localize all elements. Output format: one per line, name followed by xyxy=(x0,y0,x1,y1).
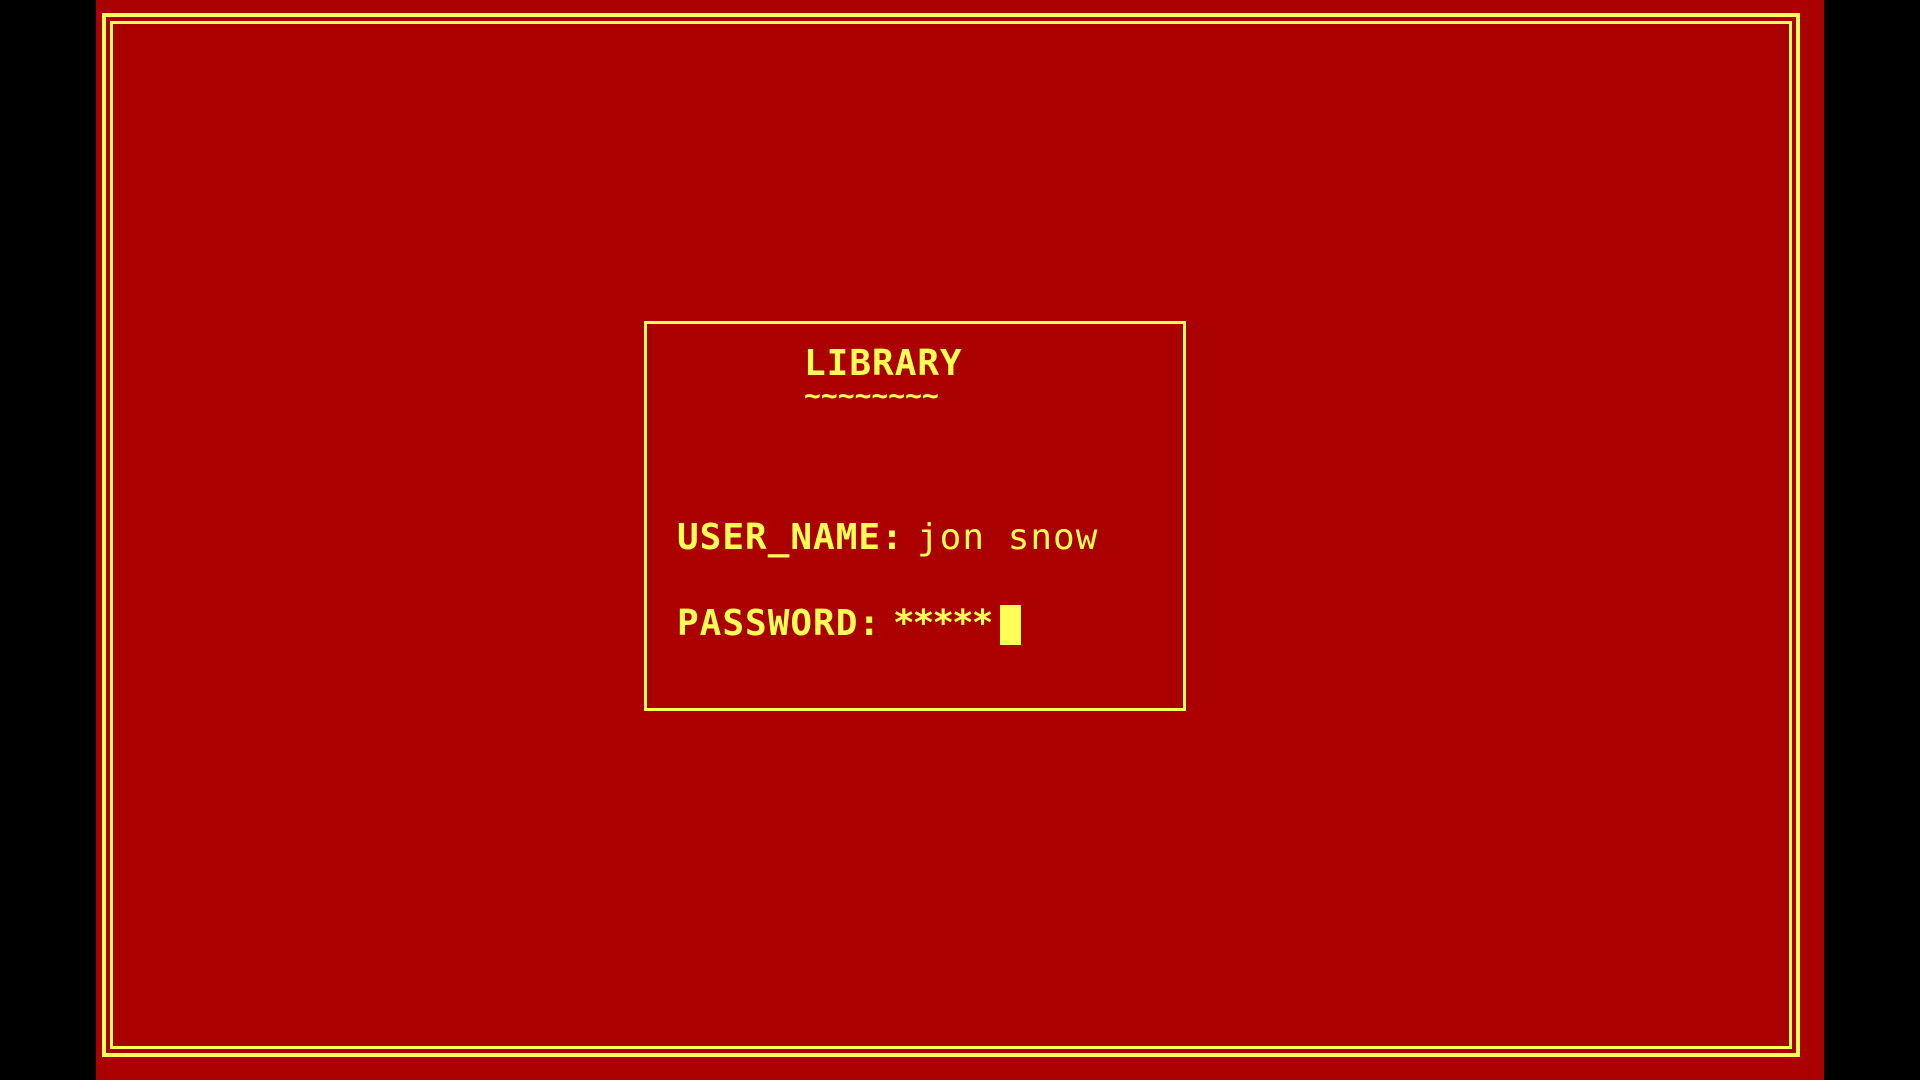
login-dialog: LIBRARY ~~~~~~~~ USER_NAME: jon snow PAS… xyxy=(644,321,1186,711)
password-field[interactable]: ***** xyxy=(893,606,993,642)
username-field[interactable]: jon snow xyxy=(917,520,1098,556)
password-label: PASSWORD: xyxy=(677,603,882,644)
text-cursor xyxy=(1000,605,1021,645)
title-underline: ~~~~~~~~ xyxy=(804,379,939,412)
terminal-screen: LIBRARY ~~~~~~~~ USER_NAME: jon snow PAS… xyxy=(96,0,1824,1080)
login-title: LIBRARY xyxy=(804,343,963,384)
username-label: USER_NAME: xyxy=(677,517,904,558)
